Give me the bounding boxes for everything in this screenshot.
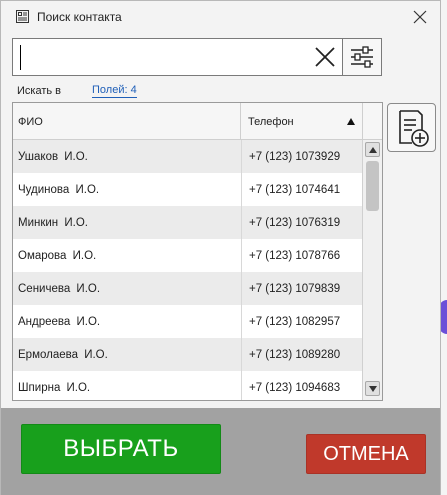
column-header-phone[interactable]: Телефон bbox=[242, 103, 362, 140]
cell-name: Минкин И.О. bbox=[13, 206, 242, 239]
column-header-name[interactable]: ФИО bbox=[13, 103, 241, 140]
scrollbar-thumb[interactable] bbox=[366, 161, 379, 211]
header-scroll-cap bbox=[362, 103, 382, 140]
table-row[interactable]: Ушаков И.О. +7 (123) 1073929 bbox=[13, 140, 362, 173]
cell-phone: +7 (123) 1089280 bbox=[249, 348, 341, 361]
sliders-icon bbox=[351, 46, 373, 68]
column-header-phone-label: Телефон bbox=[248, 115, 294, 128]
sort-ascending-icon bbox=[347, 117, 355, 125]
vertical-scrollbar[interactable] bbox=[362, 140, 382, 400]
add-contact-button[interactable] bbox=[387, 103, 436, 152]
select-button[interactable]: ВЫБРАТЬ bbox=[21, 424, 221, 474]
table-row[interactable]: Сеничева И.О. +7 (123) 1079839 bbox=[13, 272, 362, 305]
cancel-button[interactable]: ОТМЕНА bbox=[306, 434, 426, 474]
scroll-up-button[interactable] bbox=[365, 142, 380, 157]
table-body: Ушаков И.О. +7 (123) 1073929 Чудинова И.… bbox=[13, 140, 362, 400]
cell-phone: +7 (123) 1094683 bbox=[249, 381, 341, 394]
cell-name: Андреева И.О. bbox=[13, 305, 242, 338]
cell-phone: +7 (123) 1079839 bbox=[249, 282, 341, 295]
cell-name: Ушаков И.О. bbox=[13, 140, 242, 173]
cell-name: Чудинова И.О. bbox=[13, 173, 242, 206]
cell-name: Шпирна И.О. bbox=[13, 371, 242, 400]
cell-name: Сеничева И.О. bbox=[13, 272, 242, 305]
cell-name: Ермолаева И.О. bbox=[13, 338, 242, 371]
table-row[interactable]: Чудинова И.О. +7 (123) 1074641 bbox=[13, 173, 362, 206]
cell-phone: +7 (123) 1073929 bbox=[249, 150, 341, 163]
fields-count-link[interactable]: Полей: 4 bbox=[92, 84, 137, 98]
contact-search-dialog: Поиск контакта Искать в Полей: 4 ФИО Тел… bbox=[0, 0, 441, 495]
search-field[interactable] bbox=[12, 38, 343, 76]
clear-x-icon[interactable] bbox=[312, 44, 338, 70]
search-input[interactable] bbox=[19, 42, 309, 72]
title-bar: Поиск контакта bbox=[1, 1, 440, 31]
column-header-name-label: ФИО bbox=[18, 115, 43, 128]
scroll-down-button[interactable] bbox=[365, 381, 380, 396]
table-row[interactable]: Андреева И.О. +7 (123) 1082957 bbox=[13, 305, 362, 338]
scroll-up-arrow-icon bbox=[368, 146, 377, 153]
table-row[interactable]: Минкин И.О. +7 (123) 1076319 bbox=[13, 206, 362, 239]
cell-phone: +7 (123) 1074641 bbox=[249, 183, 341, 196]
cell-name: Омарова И.О. bbox=[13, 239, 242, 272]
search-in-label: Искать в bbox=[17, 85, 62, 97]
table-header: ФИО Телефон bbox=[13, 103, 362, 140]
cell-phone: +7 (123) 1078766 bbox=[249, 249, 341, 262]
filter-settings-button[interactable] bbox=[342, 38, 382, 76]
cell-phone: +7 (123) 1082957 bbox=[249, 315, 341, 328]
table-row[interactable]: Ермолаева И.О. +7 (123) 1089280 bbox=[13, 338, 362, 371]
contact-card-icon bbox=[16, 10, 29, 23]
close-button[interactable] bbox=[405, 5, 435, 29]
scroll-down-arrow-icon bbox=[368, 385, 377, 392]
table-row[interactable]: Омарова И.О. +7 (123) 1078766 bbox=[13, 239, 362, 272]
table-row[interactable]: Шпирна И.О. +7 (123) 1094683 bbox=[13, 371, 362, 400]
add-document-icon bbox=[398, 109, 429, 147]
contacts-table: ФИО Телефон Ушаков И.О. +7 (123) 1073929… bbox=[12, 102, 383, 401]
window-title: Поиск контакта bbox=[37, 10, 122, 24]
background-app-edge bbox=[441, 0, 447, 495]
cell-phone: +7 (123) 1076319 bbox=[249, 216, 341, 229]
close-icon bbox=[413, 10, 427, 24]
text-caret bbox=[20, 45, 21, 70]
